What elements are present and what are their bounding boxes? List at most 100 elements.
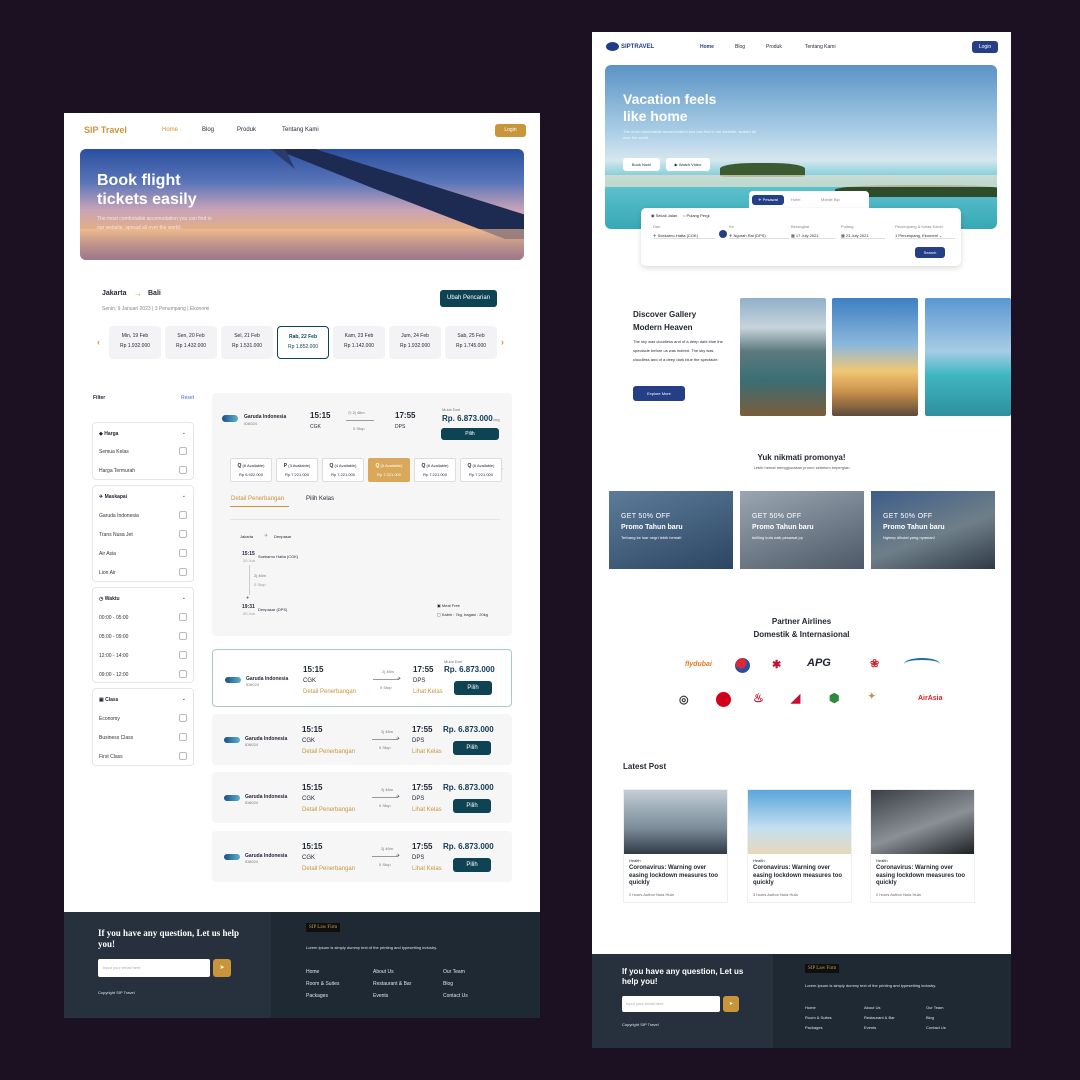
date-option[interactable]: Sel, 21 Feb Rp 1.531.000 — [221, 326, 273, 359]
chevron-down-icon[interactable]: ⌄ — [182, 696, 186, 702]
explore-more-button[interactable]: Explore More — [633, 386, 685, 401]
depart-date-field[interactable]: ▦ 17 July 2021 — [791, 233, 835, 239]
class-link[interactable]: Lihat Kelas — [412, 749, 442, 755]
chevron-left-icon[interactable]: ‹ — [97, 337, 100, 347]
email-input[interactable]: Input your email here — [98, 959, 210, 977]
chevron-right-icon[interactable]: › — [501, 337, 504, 347]
footer-link[interactable]: Events — [864, 1025, 876, 1030]
chevron-down-icon[interactable]: ⌄ — [182, 430, 186, 436]
checkbox[interactable] — [179, 568, 187, 576]
class-option[interactable]: P (3 Available) Rp 7.221.000 — [276, 458, 318, 482]
checkbox[interactable] — [179, 613, 187, 621]
checkbox[interactable] — [179, 733, 187, 741]
nav-tentang-kami[interactable]: Tentang Kami — [805, 44, 836, 50]
login-button[interactable]: Login — [972, 41, 998, 53]
class-link[interactable]: Lihat Kelas — [412, 807, 442, 813]
nav-home[interactable]: Home — [700, 44, 714, 50]
checkbox[interactable] — [179, 466, 187, 474]
tab-detail-penerbangan[interactable]: Detail Penerbangan — [231, 496, 284, 502]
chevron-down-icon[interactable]: ⌄ — [182, 595, 186, 601]
checkbox[interactable] — [179, 632, 187, 640]
nav-home[interactable]: Home — [162, 127, 178, 133]
trip-round[interactable]: ○ Pulang Pergi — [683, 213, 709, 218]
checkbox[interactable] — [179, 530, 187, 538]
nav-blog[interactable]: Blog — [202, 127, 214, 133]
chevron-right-icon[interactable]: › — [502, 466, 503, 471]
date-option[interactable]: Rab, 22 Feb Rp 1.852.000 — [277, 326, 329, 359]
footer-link[interactable]: Contact Us — [926, 1025, 946, 1030]
footer-link[interactable]: Restaurant & Bar — [864, 1015, 895, 1020]
footer-link[interactable]: Packages — [805, 1025, 823, 1030]
flight-card[interactable]: Garuda Indonesia ID6024 15:15 CGK Detail Pen… — [212, 649, 512, 707]
checkbox[interactable] — [179, 511, 187, 519]
footer-link[interactable]: Events — [373, 993, 388, 999]
login-button[interactable]: Login — [495, 124, 526, 137]
to-field[interactable]: ✈ Ngurah Rai (DPS) — [729, 233, 789, 239]
footer-link[interactable]: Blog — [926, 1015, 934, 1020]
return-date-field[interactable]: ▦ 23 July 2021 — [841, 233, 885, 239]
tab-pesawat[interactable]: ✈ Pesawat — [752, 195, 784, 205]
filter-reset-link[interactable]: Reset — [181, 395, 194, 401]
nav-produk[interactable]: Produk — [237, 127, 256, 133]
class-option[interactable]: Q (6 Available) Rp 7.221.000 — [368, 458, 410, 482]
class-option[interactable]: Q (6 Available) Rp 7.221.000 — [460, 458, 502, 482]
detail-link[interactable]: Detail Penerbangan — [302, 749, 355, 755]
date-option[interactable]: Jum, 24 Feb Rp 1.932.000 — [389, 326, 441, 359]
select-flight-button[interactable]: Pilih — [441, 428, 499, 440]
footer-link[interactable]: Restaurant & Bar — [373, 981, 411, 987]
email-input[interactable]: Input your email here — [622, 996, 720, 1012]
footer-link[interactable]: Packages — [306, 993, 328, 999]
footer-link[interactable]: Home — [805, 1005, 816, 1010]
gallery-image-pier[interactable] — [925, 298, 1011, 416]
chevron-down-icon[interactable]: ⌄ — [182, 493, 186, 499]
tab-hotel[interactable]: Hotel — [791, 197, 800, 202]
date-option[interactable]: Sab, 25 Feb Rp 1.745.000 — [445, 326, 497, 359]
filter-harga-title[interactable]: ◆ Harga — [99, 431, 118, 437]
brand-logo[interactable]: SIP Travel — [84, 125, 127, 135]
class-option[interactable]: Q (4 Available) Rp 7.221.000 — [322, 458, 364, 482]
detail-link[interactable]: Detail Penerbangan — [302, 866, 355, 872]
footer-link[interactable]: Our Team — [443, 969, 465, 975]
checkbox[interactable] — [179, 752, 187, 760]
detail-link[interactable]: Detail Penerbangan — [303, 689, 356, 695]
select-flight-button[interactable]: Pilih — [453, 741, 491, 755]
watch-video-button[interactable]: ▶ Watch Video — [666, 158, 710, 171]
send-arrow-icon[interactable]: ➤ — [213, 959, 231, 977]
tab-pilih-kelas[interactable]: Pilih Kelas — [306, 496, 334, 502]
promo-card[interactable]: GET 50% OFF Promo Tahun baru keliling kota… — [740, 491, 864, 569]
tab-mobile[interactable]: Mobile Bip — [821, 197, 840, 202]
footer-link[interactable]: Our Team — [926, 1005, 944, 1010]
gallery-image-resort[interactable] — [832, 298, 918, 416]
footer-link[interactable]: Blog — [443, 981, 453, 987]
post-card[interactable]: Health Coronavirus: Warning over easing l… — [623, 789, 728, 903]
footer-link[interactable]: About Us — [864, 1005, 880, 1010]
checkbox[interactable] — [179, 447, 187, 455]
filter-maskapai-title[interactable]: ✈ Maskapai — [99, 494, 127, 500]
date-option[interactable]: Sen, 20 Feb Rp 1.432.000 — [165, 326, 217, 359]
post-card[interactable]: Health Coronavirus: Warning over easing l… — [870, 789, 975, 903]
passenger-field[interactable]: 1 Penumpang, Ekonomi ⌄ — [895, 233, 955, 239]
footer-link[interactable]: Room & Suites — [805, 1015, 832, 1020]
post-card[interactable]: Health Coronavirus: Warning over easing l… — [747, 789, 852, 903]
detail-link[interactable]: Detail Penerbangan — [302, 807, 355, 813]
date-option[interactable]: Kam, 23 Feb Rp 1.142.000 — [333, 326, 385, 359]
footer-link[interactable]: About Us — [373, 969, 394, 975]
checkbox[interactable] — [179, 670, 187, 678]
send-arrow-icon[interactable]: ➤ — [723, 996, 739, 1012]
checkbox[interactable] — [179, 651, 187, 659]
select-flight-button[interactable]: Pilih — [453, 799, 491, 813]
gallery-image-lake[interactable] — [740, 298, 826, 416]
search-button[interactable]: Search — [915, 247, 945, 258]
class-option[interactable]: Q (6 Available) Rp 7.221.000 — [414, 458, 456, 482]
select-flight-button[interactable]: Pilih — [453, 858, 491, 872]
flight-card[interactable]: Garuda Indonesia ID6024 15:15 CGK Detail Pen… — [212, 714, 512, 765]
class-link[interactable]: Lihat Kelas — [412, 866, 442, 872]
checkbox[interactable] — [179, 549, 187, 557]
footer-link[interactable]: Contact Us — [443, 993, 468, 999]
promo-card[interactable]: GET 50% OFF Promo Tahun baru Terbang ke lu… — [609, 491, 733, 569]
flight-card[interactable]: Garuda Indonesia ID6024 15:15 CGK Detail Pen… — [212, 772, 512, 823]
nav-tentang-kami[interactable]: Tentang Kami — [282, 127, 319, 133]
swap-icon[interactable] — [719, 230, 727, 238]
promo-card[interactable]: GET 50% OFF Promo Tahun baru Nginep dihote… — [871, 491, 995, 569]
select-flight-button[interactable]: Pilih — [454, 681, 492, 695]
